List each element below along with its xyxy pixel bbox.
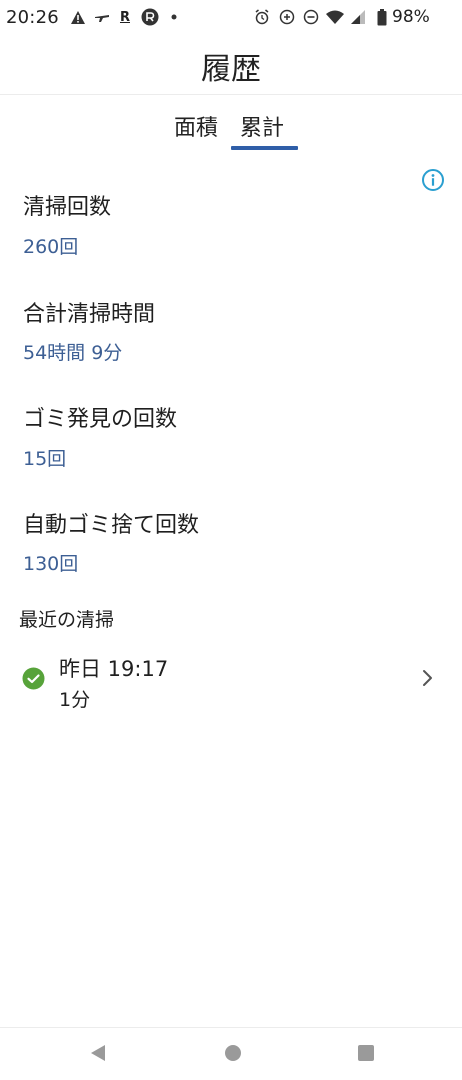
tab-cumulative[interactable]: 累計 [240, 110, 284, 142]
recent-cleaning-heading: 最近の清掃 [19, 609, 115, 631]
signal-icon [350, 8, 366, 26]
chevron-right-icon [420, 669, 434, 687]
sync-icon [279, 8, 295, 26]
header-divider [0, 94, 462, 95]
dnd-icon [303, 8, 319, 26]
page-title: 履歴 [201, 52, 261, 87]
battery-icon [377, 8, 387, 26]
tab-area[interactable]: 面積 [174, 110, 218, 142]
warning-icon [70, 8, 86, 26]
recent-cleaning-duration: 1分 [59, 689, 91, 711]
stat-value-total-time: 54時間 9分 [23, 342, 123, 364]
recent-cleaning-date: 昨日 19:17 [59, 657, 169, 681]
status-bar: 20:26 R 98% [0, 0, 462, 36]
stat-label-cleaning-count: 清掃回数 [23, 195, 112, 220]
stat-label-dirt-detected: ゴミ発見の回数 [23, 407, 178, 432]
airline-icon [94, 8, 110, 26]
nav-divider [0, 1027, 462, 1028]
stat-label-total-time: 合計清掃時間 [23, 302, 156, 327]
stat-value-dirt-detected: 15回 [23, 448, 67, 470]
nav-recents-icon[interactable] [358, 1045, 374, 1061]
nav-home-icon[interactable] [225, 1045, 241, 1061]
r-letter-icon: R [119, 9, 130, 25]
tab-selected-indicator [231, 146, 298, 150]
wifi-icon [325, 8, 345, 26]
screen: 20:26 R 98% 履歴 面積 累計 清掃回数 260回 合計清掃時間 54… [0, 0, 462, 1080]
circle-r-icon [141, 8, 159, 26]
recent-cleaning-item[interactable]: 昨日 19:17 1分 [0, 645, 462, 715]
stat-value-cleaning-count: 260回 [23, 236, 79, 258]
status-time: 20:26 [6, 7, 59, 28]
dot-icon [170, 8, 178, 26]
info-icon[interactable] [421, 168, 445, 192]
alarm-icon [254, 8, 270, 26]
stat-label-auto-empty: 自動ゴミ捨て回数 [23, 513, 200, 538]
check-circle-icon [22, 667, 45, 690]
stat-value-auto-empty: 130回 [23, 553, 79, 575]
nav-back-icon[interactable] [88, 1043, 108, 1063]
battery-level: 98% [392, 7, 430, 27]
